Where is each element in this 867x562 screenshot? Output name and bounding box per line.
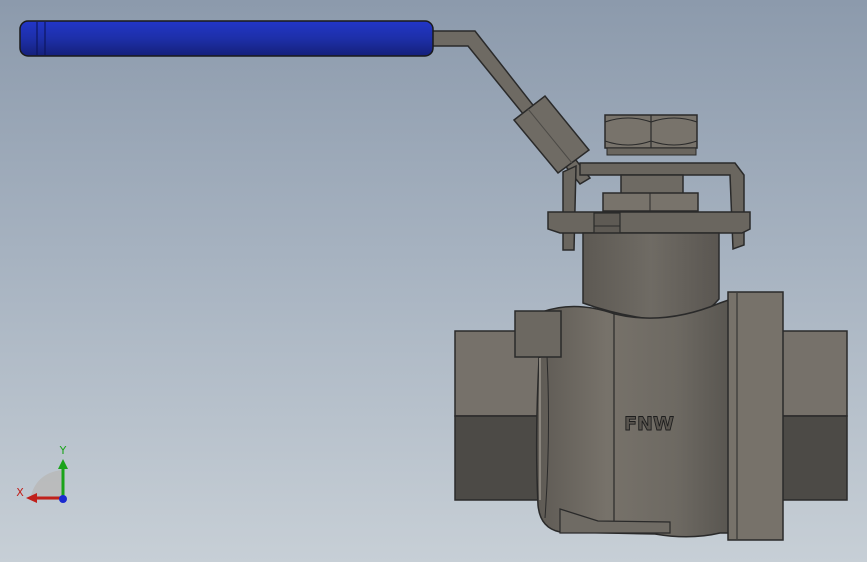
handle-grip[interactable]: [19, 20, 434, 57]
triad-z-axis: [59, 495, 67, 503]
valve-stem: [602, 174, 699, 212]
triad-y-label: Y: [59, 444, 67, 457]
body-marking: FNW: [624, 413, 674, 435]
stem-hex-nut: [604, 114, 698, 156]
body-flange: [727, 291, 784, 541]
graphics-viewport[interactable]: FNW Y X: [0, 0, 867, 562]
triad-x-label: X: [16, 486, 24, 499]
triad-y-arrowhead: [58, 459, 68, 469]
orientation-triad: Y X: [16, 444, 68, 503]
ball-valve-model[interactable]: FNW: [0, 0, 867, 562]
valve-neck: [582, 232, 720, 321]
right-end-connector: [779, 330, 848, 501]
lock-boss: [514, 310, 562, 358]
